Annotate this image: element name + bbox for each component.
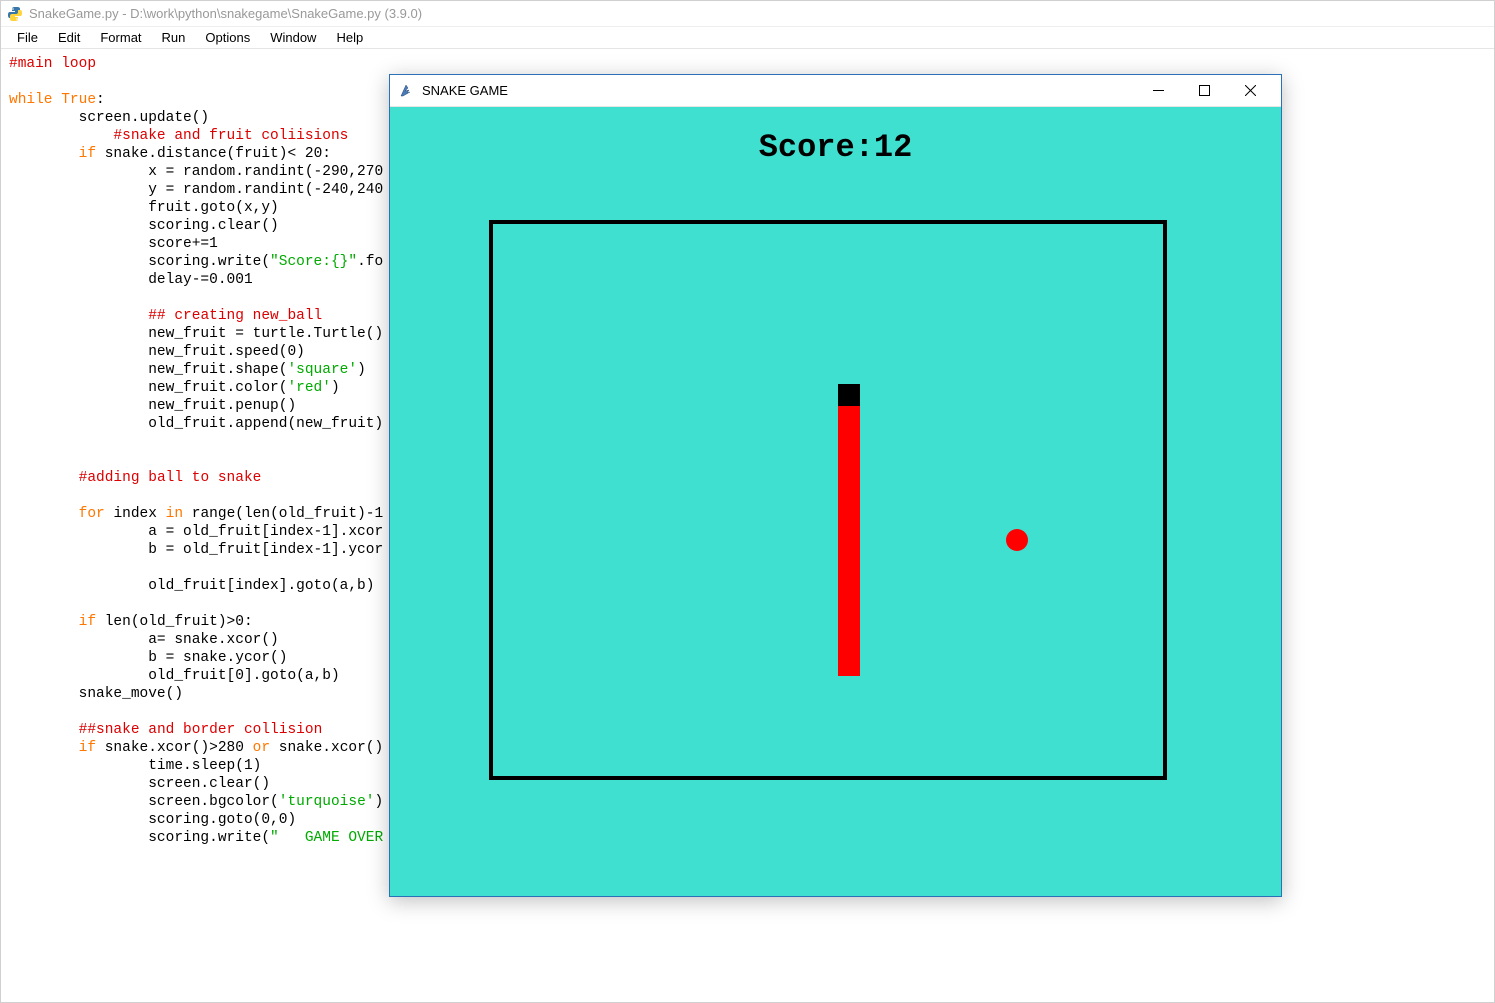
menu-file[interactable]: File [7,28,48,47]
idle-titlebar[interactable]: SnakeGame.py - D:\work\python\snakegame\… [1,1,1494,27]
minimize-icon [1153,85,1164,96]
window-controls [1135,76,1273,106]
snake-body [838,406,860,676]
maximize-button[interactable] [1181,76,1227,106]
game-arena-border [489,220,1167,780]
idle-menubar: File Edit Format Run Options Window Help [1,27,1494,49]
game-titlebar[interactable]: SNAKE GAME [390,75,1281,107]
minimize-button[interactable] [1135,76,1181,106]
menu-help[interactable]: Help [326,28,373,47]
score-text: Score:12 [390,129,1281,166]
menu-format[interactable]: Format [90,28,151,47]
snake-head [838,384,860,406]
close-button[interactable] [1227,76,1273,106]
menu-edit[interactable]: Edit [48,28,90,47]
menu-run[interactable]: Run [152,28,196,47]
close-icon [1245,85,1256,96]
idle-title-text: SnakeGame.py - D:\work\python\snakegame\… [29,6,422,21]
fruit [1006,529,1028,551]
python-icon [7,6,23,22]
game-canvas[interactable]: Score:12 [390,107,1281,896]
tk-feather-icon [398,83,414,99]
game-title-text: SNAKE GAME [422,83,1135,98]
menu-window[interactable]: Window [260,28,326,47]
snake-game-window: SNAKE GAME Score:12 [389,74,1282,897]
maximize-icon [1199,85,1210,96]
menu-options[interactable]: Options [195,28,260,47]
